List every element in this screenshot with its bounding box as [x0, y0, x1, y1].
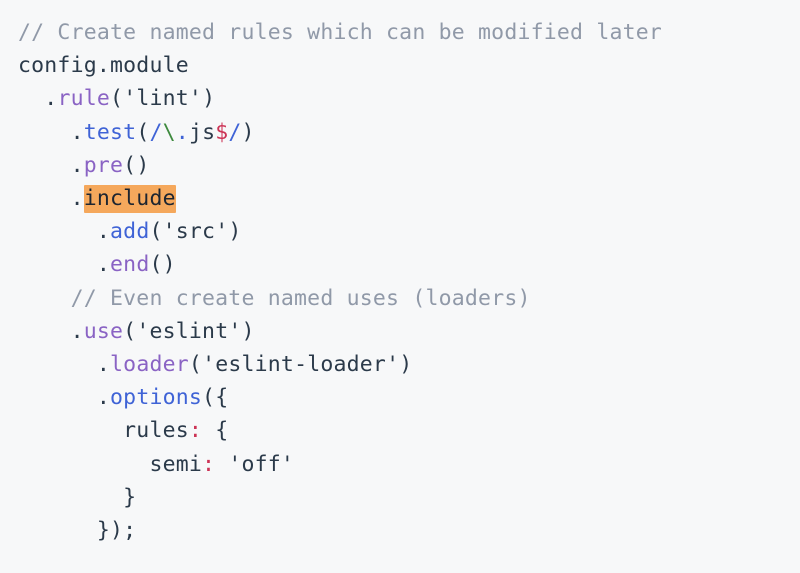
dot-token: .	[96, 385, 111, 411]
code-line-8: .end()	[18, 248, 800, 281]
string-lint-token: 'lint'	[123, 86, 203, 112]
paren-open: (	[110, 86, 124, 112]
dot-token: .	[96, 252, 111, 278]
regex-literal-js: js	[188, 119, 216, 145]
method-test-token: test	[83, 119, 137, 145]
string-off-token: 'off'	[228, 451, 295, 477]
code-line-10: .use('eslint')	[18, 315, 800, 348]
object-key-semi: semi	[149, 451, 203, 477]
code-line-6: .include	[18, 182, 800, 215]
dot-token: .	[44, 86, 58, 112]
code-line-11: .loader('eslint-loader')	[18, 348, 800, 381]
code-line-7: .add('src')	[18, 215, 800, 248]
code-line-2: config.module	[18, 49, 800, 82]
code-line-15: }	[18, 481, 800, 514]
code-line-9: // Even create named uses (loaders)	[18, 282, 800, 315]
method-end-token: end	[110, 252, 150, 278]
paren-close: )	[228, 219, 242, 245]
method-loader-token: loader	[110, 352, 189, 378]
method-options-token: options	[110, 385, 203, 411]
dot-token: .	[70, 119, 84, 145]
paren-close: )	[399, 352, 413, 378]
brace-close: }	[123, 484, 137, 510]
code-line-3: .rule('lint')	[18, 82, 800, 115]
dot-token: .	[96, 219, 111, 245]
colon-token: :	[202, 451, 216, 477]
dot-token: .	[96, 352, 111, 378]
code-line-12: .options({	[18, 381, 800, 414]
string-src-token: 'src'	[162, 219, 229, 245]
closing-statement: });	[96, 518, 137, 544]
paren-open: (	[188, 352, 203, 378]
method-pre-token: pre	[83, 152, 124, 178]
code-line-1: // Create named rules which can be modif…	[18, 16, 800, 49]
config-module-token: config.module	[18, 53, 189, 79]
regex-dot: .	[175, 119, 189, 145]
colon-token: :	[188, 418, 203, 444]
method-add-token: add	[110, 219, 150, 245]
parens: ()	[149, 252, 176, 278]
comment-token: // Create named rules which can be modif…	[18, 20, 663, 45]
code-block: // Create named rules which can be modif…	[0, 0, 800, 573]
dot-token: .	[70, 186, 84, 212]
regex-escape: \	[162, 119, 176, 145]
highlighted-method-include-token: include	[83, 185, 176, 214]
paren-brace-open: ({	[202, 385, 229, 411]
dot-token: .	[70, 152, 84, 178]
code-line-14: semi: 'off'	[18, 448, 800, 481]
code-line-5: .pre()	[18, 149, 800, 182]
method-use-token: use	[83, 318, 124, 344]
paren-open: (	[136, 119, 150, 145]
comment-token: // Even create named uses (loaders)	[70, 285, 531, 311]
string-eslint-loader-token: 'eslint-loader'	[202, 352, 400, 378]
code-line-4: .test(/\.js$/)	[18, 116, 800, 149]
string-eslint-token: 'eslint'	[136, 318, 242, 344]
code-line-13: rules: {	[18, 414, 800, 447]
object-key-rules: rules	[123, 418, 189, 444]
brace-open: {	[202, 418, 229, 444]
paren-close: )	[202, 86, 216, 112]
code-line-16: });	[18, 514, 800, 547]
method-rule-token: rule	[57, 86, 111, 112]
regex-anchor-dollar: $	[215, 119, 229, 145]
paren-close: )	[241, 318, 255, 344]
paren-open: (	[149, 219, 163, 245]
parens: ()	[123, 152, 150, 178]
paren-close: )	[241, 119, 255, 145]
regex-slash-close: /	[228, 119, 242, 145]
dot-token: .	[70, 318, 84, 344]
regex-slash-open: /	[149, 119, 163, 145]
paren-open: (	[123, 318, 137, 344]
